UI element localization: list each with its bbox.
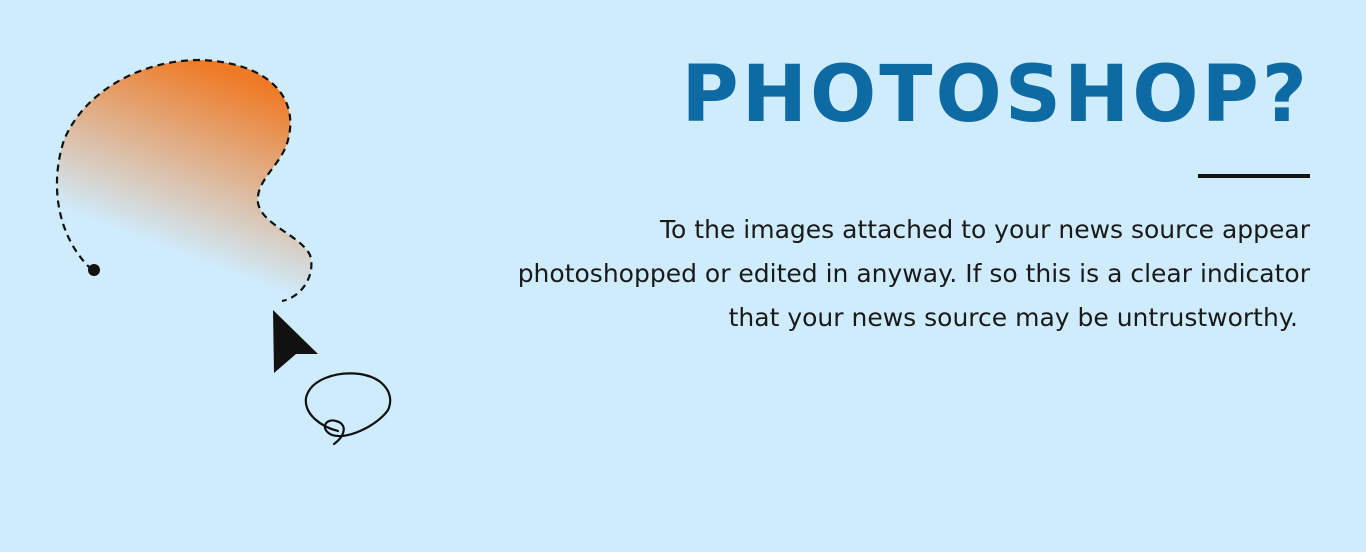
body-line: that your news source may be untrustwort… <box>728 303 1298 332</box>
lasso-loop-icon <box>304 372 392 446</box>
slide: PHOTOSHOP? To the images attached to you… <box>0 0 1366 552</box>
lasso-selection-icon <box>55 58 313 303</box>
title-divider <box>1198 174 1310 178</box>
body-line: To the images attached to your news sour… <box>660 215 1310 244</box>
page-title: PHOTOSHOP? <box>681 50 1310 140</box>
body-paragraph: To the images attached to your news sour… <box>430 208 1310 340</box>
lasso-illustration <box>55 58 392 446</box>
mouse-cursor-icon <box>273 310 318 373</box>
body-line: photoshopped or edited in anyway. If so … <box>517 259 1310 288</box>
